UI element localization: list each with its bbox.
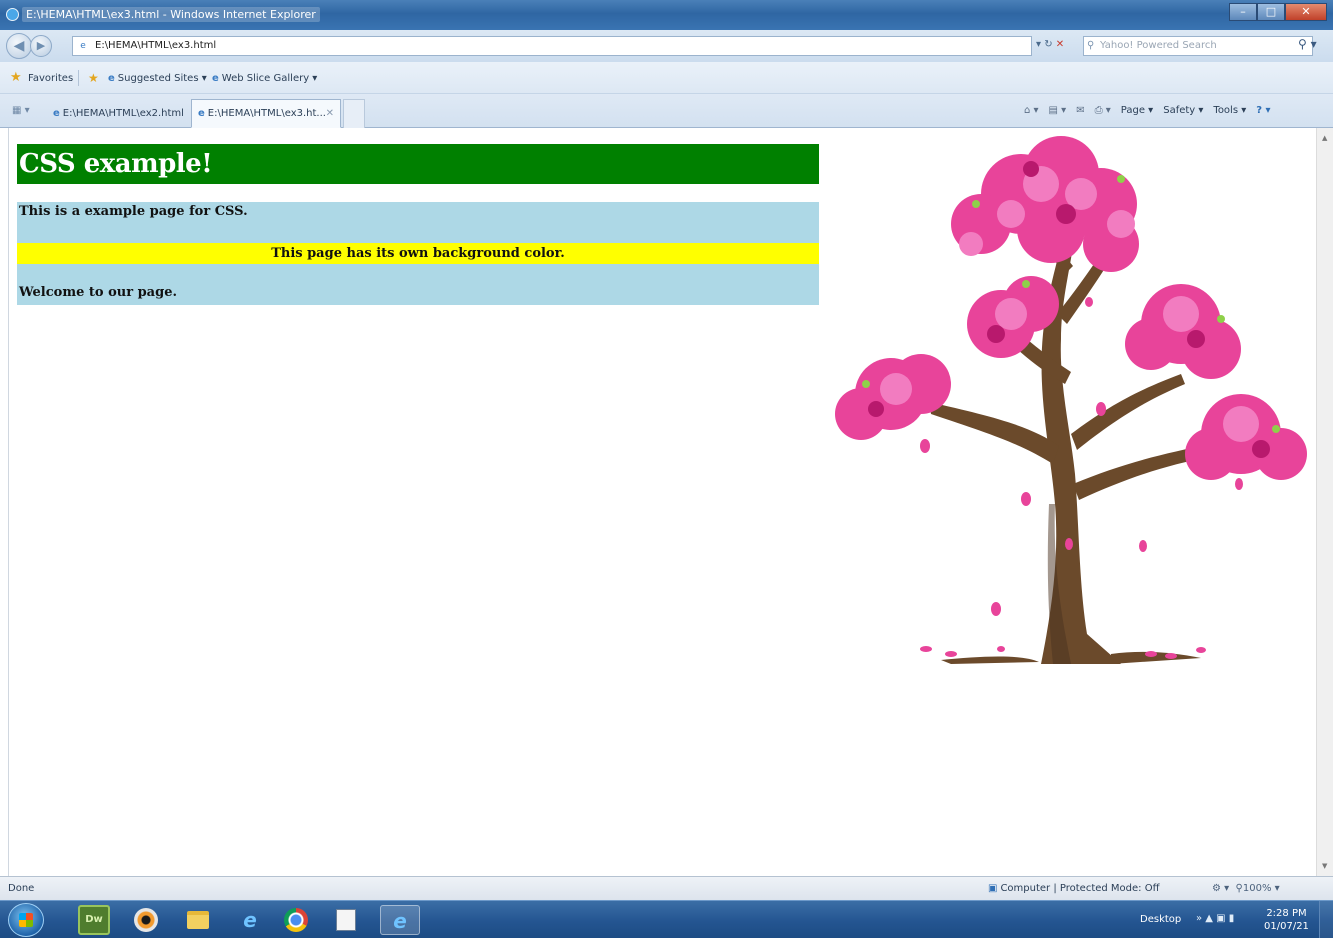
- zoom-control[interactable]: ⚙ ▾ ⚲100% ▾: [1212, 883, 1280, 894]
- command-bar: ⌂ ▾ ▤ ▾ ✉ ⎙ ▾ Page ▾ Safety ▾ Tools ▾ ? …: [1024, 105, 1271, 116]
- tab-label: E:\HEMA\HTML\ex3.ht...: [207, 108, 326, 119]
- ie-app-icon: [6, 8, 19, 21]
- safety-menu[interactable]: Safety ▾: [1163, 105, 1203, 116]
- internet-explorer-icon[interactable]: e: [234, 905, 266, 935]
- minimize-button[interactable]: –: [1229, 3, 1257, 21]
- help-icon[interactable]: ? ▾: [1256, 105, 1270, 116]
- feeds-icon[interactable]: ▤ ▾: [1049, 105, 1067, 116]
- start-button[interactable]: [8, 903, 44, 937]
- dreamweaver-icon[interactable]: Dw: [78, 905, 110, 935]
- new-tab-button[interactable]: [343, 99, 365, 128]
- security-zone[interactable]: ▣ Computer | Protected Mode: Off: [988, 883, 1159, 894]
- web-slice-gallery-label: Web Slice Gallery ▾: [221, 73, 318, 84]
- media-player-icon[interactable]: [130, 905, 162, 935]
- desktop-toolbar[interactable]: Desktop: [1140, 914, 1181, 925]
- zoom-icon: ⚲: [1235, 883, 1243, 894]
- favorites-bar: ★ Favorites ★ e Suggested Sites ▾ e Web Sl…: [0, 62, 1333, 94]
- suggested-sites-label: Suggested Sites ▾: [117, 73, 207, 84]
- scroll-up-icon[interactable]: ▲: [1322, 134, 1327, 142]
- system-tray[interactable]: » ▲ ▣ ▮: [1196, 913, 1234, 924]
- address-url: E:\HEMA\HTML\ex3.html: [95, 40, 217, 51]
- show-desktop-button[interactable]: [1319, 901, 1333, 938]
- page-icon: e: [80, 41, 86, 51]
- add-favorite-icon[interactable]: ★: [88, 71, 99, 85]
- vertical-scrollbar[interactable]: ▲ ▼: [1316, 128, 1333, 876]
- caption-buttons: – □ ✕: [1229, 3, 1327, 21]
- zoom-level: 100%: [1242, 883, 1272, 894]
- tree-trunk: [929, 200, 1213, 664]
- tab-label: E:\HEMA\HTML\ex2.html: [62, 108, 184, 119]
- ie-page-icon: e: [198, 108, 205, 119]
- search-input[interactable]: ⚲ Yahoo! Powered Search: [1083, 36, 1313, 56]
- back-button[interactable]: ◀: [6, 33, 32, 59]
- cherry-blossom-tree-image: [835, 136, 1307, 664]
- content-section: This is a example page for CSS. This pag…: [17, 202, 819, 305]
- divider: [78, 70, 79, 86]
- ie-page-icon: e: [212, 73, 219, 84]
- internet-explorer-active-icon[interactable]: e: [380, 905, 420, 935]
- page-viewport: CSS example! This is a example page for …: [8, 128, 1316, 876]
- ie-page-icon: e: [53, 108, 60, 119]
- clock[interactable]: 2:28 PM 01/07/21: [1264, 907, 1309, 933]
- quick-tabs-icon[interactable]: ▦ ▾: [12, 105, 30, 116]
- windows-logo-icon: [19, 913, 33, 927]
- web-slice-gallery-link[interactable]: e Web Slice Gallery ▾: [212, 73, 317, 84]
- suggested-sites-link[interactable]: e Suggested Sites ▾: [108, 73, 207, 84]
- chrome-icon[interactable]: [280, 905, 312, 935]
- close-button[interactable]: ✕: [1285, 3, 1327, 21]
- mail-icon[interactable]: ✉: [1076, 105, 1084, 116]
- page-menu[interactable]: Page ▾: [1121, 105, 1153, 116]
- window-title: E:\HEMA\HTML\ex3.html - Windows Internet…: [22, 7, 320, 22]
- search-icon: ⚲: [1087, 40, 1095, 51]
- clock-date: 01/07/21: [1264, 921, 1309, 932]
- zoom-dropdown-icon: ▾: [1271, 883, 1280, 894]
- maximize-button[interactable]: □: [1257, 3, 1285, 21]
- title-bar: E:\HEMA\HTML\ex3.html - Windows Internet…: [0, 0, 1333, 30]
- status-text: Done: [8, 883, 35, 894]
- ie-page-icon: e: [108, 73, 115, 84]
- protected-mode-icon: ⚙ ▾: [1212, 883, 1236, 894]
- welcome-paragraph: Welcome to our page.: [19, 285, 177, 300]
- clock-time: 2:28 PM: [1266, 908, 1307, 919]
- favorites-button[interactable]: Favorites: [28, 73, 73, 84]
- favorites-star-icon[interactable]: ★: [10, 70, 22, 85]
- search-placeholder: Yahoo! Powered Search: [1100, 40, 1217, 51]
- tools-menu[interactable]: Tools ▾: [1213, 105, 1246, 116]
- folder-icon[interactable]: [182, 905, 214, 935]
- close-tab-icon[interactable]: ✕: [326, 108, 334, 119]
- taskbar: Dw e e Desktop » ▲ ▣ ▮ 2:28 PM 01/07/21: [0, 900, 1333, 938]
- print-icon[interactable]: ⎙ ▾: [1095, 105, 1111, 116]
- stop-icon[interactable]: ✕: [1056, 39, 1064, 50]
- forward-button[interactable]: ▶: [30, 35, 52, 57]
- highlight-paragraph: This page has its own background color.: [17, 243, 819, 264]
- tab-ex2[interactable]: e E:\HEMA\HTML\ex2.html: [46, 99, 184, 128]
- document-icon[interactable]: [330, 905, 362, 935]
- search-go-icon[interactable]: ⚲ ▾: [1298, 37, 1317, 51]
- scroll-down-icon[interactable]: ▼: [1322, 862, 1327, 870]
- tab-bar: ▦ ▾ e E:\HEMA\HTML\ex2.html e E:\HEMA\HTML…: [0, 94, 1333, 128]
- tab-ex3[interactable]: e E:\HEMA\HTML\ex3.ht... ✕: [191, 99, 341, 128]
- page-heading: CSS example!: [17, 144, 819, 184]
- refresh-icon[interactable]: ↻: [1044, 39, 1052, 50]
- computer-icon: ▣: [988, 883, 998, 894]
- zone-label: Computer | Protected Mode: Off: [1000, 883, 1160, 894]
- intro-paragraph: This is a example page for CSS.: [19, 204, 248, 219]
- address-tools: ▾ ↻ ✕: [1036, 39, 1064, 50]
- status-bar: Done ▣ Computer | Protected Mode: Off ⚙ ▾…: [0, 876, 1333, 900]
- dropdown-arrow-icon[interactable]: ▾: [1036, 39, 1041, 50]
- address-input[interactable]: e E:\HEMA\HTML\ex3.html: [72, 36, 1032, 56]
- address-toolbar: ◀ ▶ e E:\HEMA\HTML\ex3.html ▾ ↻ ✕ ⚲ Yaho…: [0, 30, 1333, 62]
- home-icon[interactable]: ⌂ ▾: [1024, 105, 1039, 116]
